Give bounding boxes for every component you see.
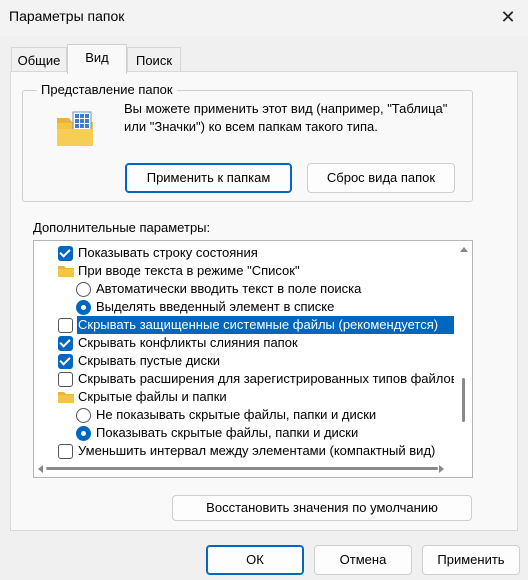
cancel-button[interactable]: Отмена (314, 545, 412, 575)
list-item-label: Не показывать скрытые файлы, папки и дис… (96, 407, 377, 422)
list-item-label: Выделять введенный элемент в списке (96, 299, 335, 314)
list-item-label: Скрывать конфликты слияния папок (78, 335, 298, 350)
vertical-scrollbar[interactable] (455, 241, 472, 461)
ok-button[interactable]: ОК (206, 545, 304, 575)
window-title: Параметры папок (9, 8, 125, 24)
list-item-label: Скрытые файлы и папки (78, 389, 227, 404)
folder-icon (58, 392, 74, 403)
list-item[interactable]: Скрытые файлы и папки (34, 388, 454, 406)
list-item-label: Автоматически вводить текст в поле поиск… (96, 281, 362, 296)
checkbox-checked[interactable] (58, 336, 73, 351)
list-item[interactable]: При вводе текста в режиме "Список" (34, 262, 454, 280)
list-item[interactable]: Автоматически вводить текст в поле поиск… (34, 280, 454, 298)
radio-unselected[interactable] (76, 408, 91, 423)
list-item[interactable]: Скрывать пустые диски (34, 352, 454, 370)
vertical-scroll-thumb[interactable] (462, 378, 465, 422)
folder-icon (58, 266, 74, 277)
list-item[interactable]: Показывать скрытые файлы, папки и диски (34, 424, 454, 442)
scroll-right-arrow[interactable] (439, 465, 444, 473)
list-item-label: Скрывать пустые диски (78, 353, 221, 368)
tab-general[interactable]: Общие (11, 47, 67, 73)
tab-search[interactable]: Поиск (127, 47, 181, 73)
list-item[interactable]: Скрывать расширения для зарегистрированн… (34, 370, 454, 388)
list-item-label: Скрывать защищенные системные файлы (рек… (77, 316, 454, 334)
reset-folders-button[interactable]: Сброс вида папок (307, 163, 455, 193)
advanced-settings-list[interactable]: Показывать строку состояния При вводе тек… (33, 240, 473, 478)
list-item-label: Скрывать расширения для зарегистрированн… (78, 371, 454, 386)
list-item[interactable]: Скрывать защищенные системные файлы (рек… (34, 316, 454, 334)
checkbox-unchecked[interactable] (58, 444, 73, 459)
list-item[interactable]: Выделять введенный элемент в списке (34, 298, 454, 316)
horizontal-scroll-thumb[interactable] (46, 467, 438, 470)
scroll-left-arrow[interactable] (38, 465, 43, 473)
apply-button[interactable]: Применить (422, 545, 520, 575)
checkbox-unchecked[interactable] (58, 372, 73, 387)
restore-defaults-button[interactable]: Восстановить значения по умолчанию (172, 495, 472, 521)
scroll-up-arrow[interactable] (460, 247, 468, 252)
checkbox-checked[interactable] (58, 354, 73, 369)
close-icon[interactable]: ✕ (494, 4, 522, 30)
horizontal-scrollbar[interactable] (34, 461, 455, 477)
folder-grid-icon (57, 111, 93, 146)
title-bar: Параметры папок ✕ (0, 0, 528, 36)
folder-views-description: Вы можете применить этот вид (например, … (124, 101, 448, 134)
list-item-label: При вводе текста в режиме "Список" (78, 263, 300, 278)
tab-strip: Общие Вид Поиск (0, 42, 528, 74)
radio-selected[interactable] (76, 426, 91, 441)
advanced-settings-label: Дополнительные параметры: (33, 220, 211, 235)
folder-views-title: Представление папок (37, 82, 177, 97)
tab-view[interactable]: Вид (67, 44, 127, 74)
radio-selected[interactable] (76, 300, 91, 315)
radio-unselected[interactable] (76, 282, 91, 297)
list-item[interactable]: Не показывать скрытые файлы, папки и дис… (34, 406, 454, 424)
list-item-label: Показывать скрытые файлы, папки и диски (96, 425, 359, 440)
checkbox-checked[interactable] (58, 246, 73, 261)
apply-to-folders-button[interactable]: Применить к папкам (125, 163, 292, 193)
checkbox-unchecked[interactable] (58, 318, 73, 333)
scroll-corner (455, 461, 472, 477)
list-item[interactable]: Показывать строку состояния (34, 244, 454, 262)
list-item[interactable]: Скрывать конфликты слияния папок (34, 334, 454, 352)
list-item-label: Показывать строку состояния (78, 245, 258, 260)
list-item[interactable]: Уменьшить интервал между элементами (ком… (34, 442, 454, 460)
list-item-label: Уменьшить интервал между элементами (ком… (78, 443, 436, 458)
